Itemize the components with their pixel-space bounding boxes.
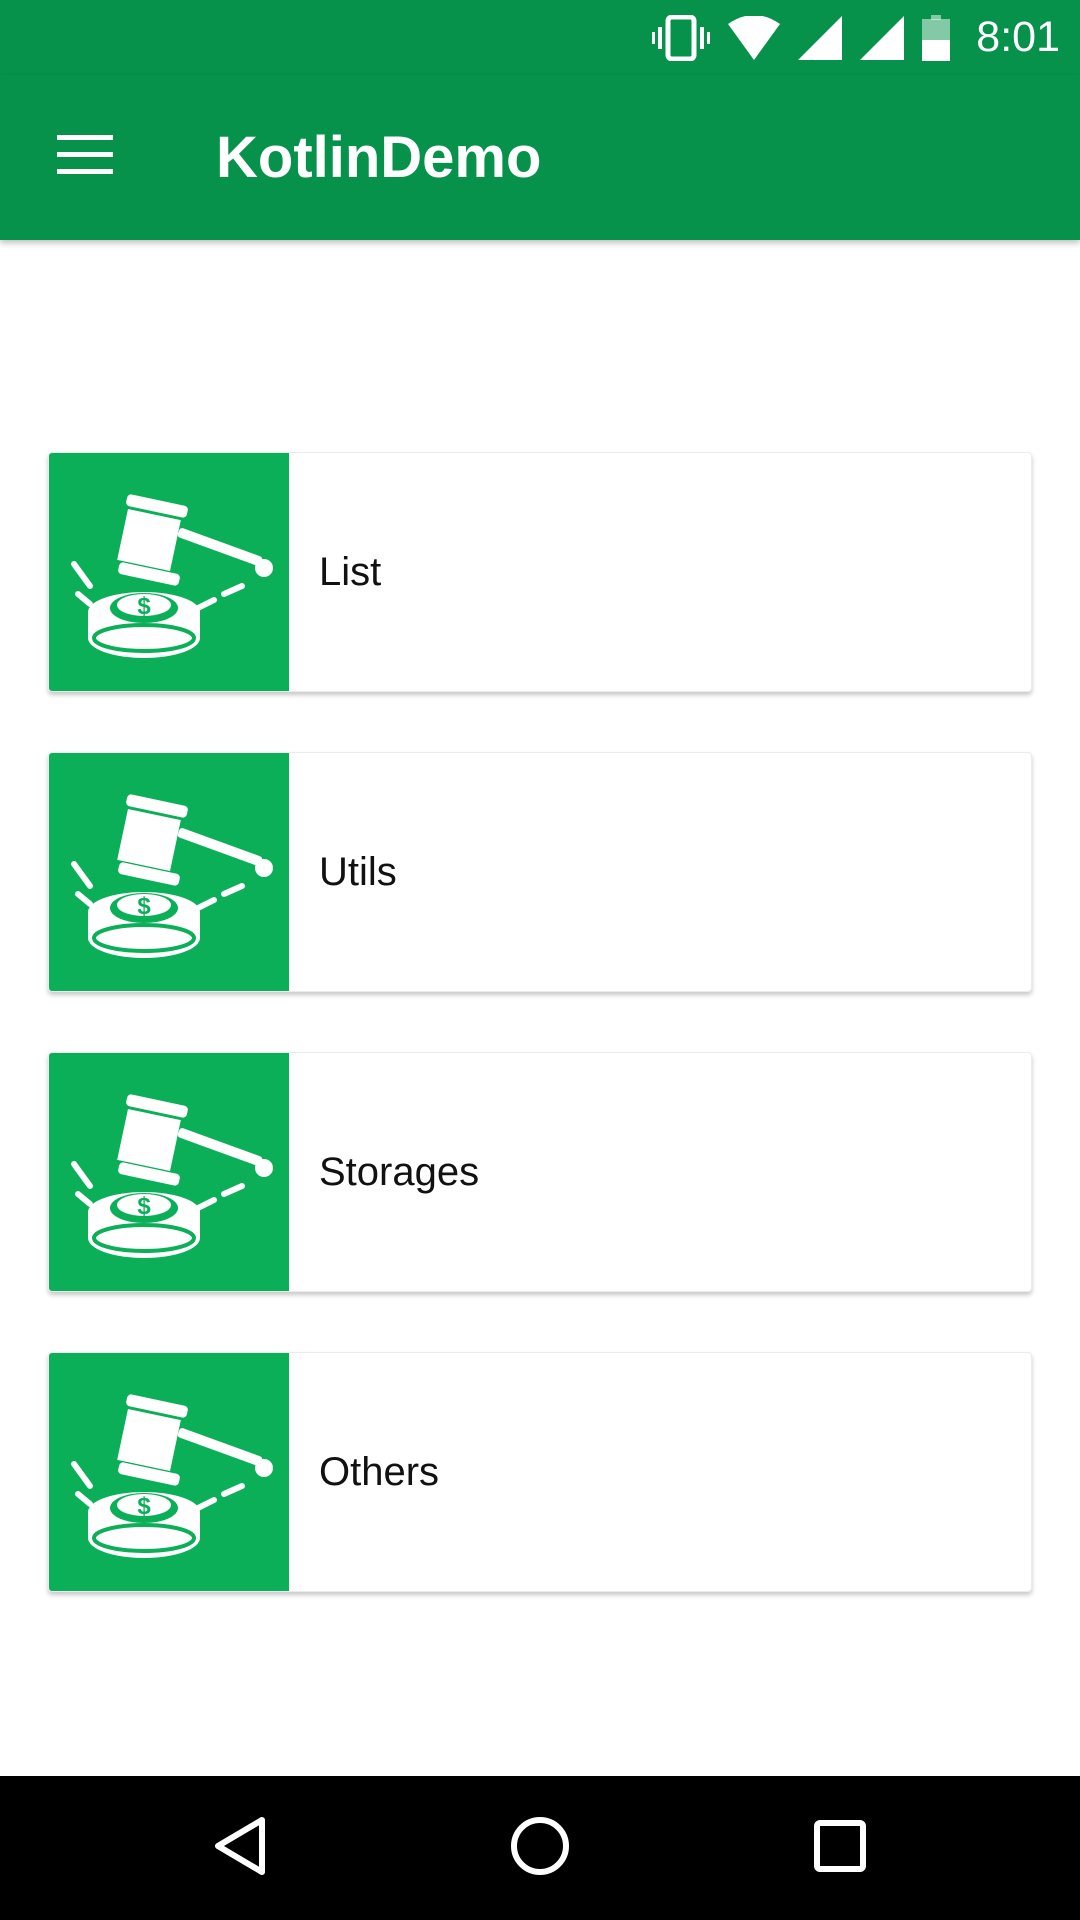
system-navigation-bar bbox=[0, 1776, 1080, 1920]
app-title: KotlinDemo bbox=[216, 125, 542, 190]
menu-card-others[interactable]: $ Others bbox=[48, 1352, 1032, 1592]
app-bar: KotlinDemo bbox=[0, 75, 1080, 240]
svg-text:$: $ bbox=[137, 1493, 151, 1520]
gavel-coin-icon: $ bbox=[49, 453, 289, 691]
battery-icon bbox=[922, 14, 951, 61]
svg-text:$: $ bbox=[137, 893, 151, 920]
gavel-coin-icon: $ bbox=[49, 1353, 289, 1591]
recents-button[interactable] bbox=[760, 1776, 920, 1920]
home-circle-icon bbox=[509, 1815, 571, 1881]
status-bar: 8:01 bbox=[0, 0, 1080, 75]
card-label: Others bbox=[319, 1449, 440, 1494]
menu-list: $ List $ Utils $ Storages $ Others bbox=[48, 452, 1032, 1652]
menu-card-utils[interactable]: $ Utils bbox=[48, 752, 1032, 992]
clock-time: 8:01 bbox=[976, 13, 1060, 61]
home-button[interactable] bbox=[460, 1776, 620, 1920]
status-icons: 8:01 bbox=[652, 0, 1060, 75]
recents-square-icon bbox=[813, 1819, 867, 1877]
menu-card-storages[interactable]: $ Storages bbox=[48, 1052, 1032, 1292]
menu-card-list[interactable]: $ List bbox=[48, 452, 1032, 692]
navigation-drawer-button[interactable] bbox=[40, 117, 130, 197]
svg-text:$: $ bbox=[137, 593, 151, 620]
cellular-signal-icon bbox=[860, 15, 905, 60]
back-button[interactable] bbox=[160, 1776, 320, 1920]
card-label: Utils bbox=[319, 849, 397, 894]
gavel-coin-icon: $ bbox=[49, 753, 289, 991]
back-triangle-icon bbox=[212, 1816, 268, 1880]
wifi-icon bbox=[728, 15, 781, 60]
hamburger-menu-icon bbox=[57, 135, 113, 179]
gavel-coin-icon: $ bbox=[49, 1053, 289, 1291]
svg-text:$: $ bbox=[137, 1193, 151, 1220]
card-label: Storages bbox=[319, 1149, 480, 1194]
cellular-signal-icon bbox=[798, 15, 843, 60]
vibrate-icon bbox=[652, 14, 711, 61]
card-label: List bbox=[319, 549, 382, 594]
